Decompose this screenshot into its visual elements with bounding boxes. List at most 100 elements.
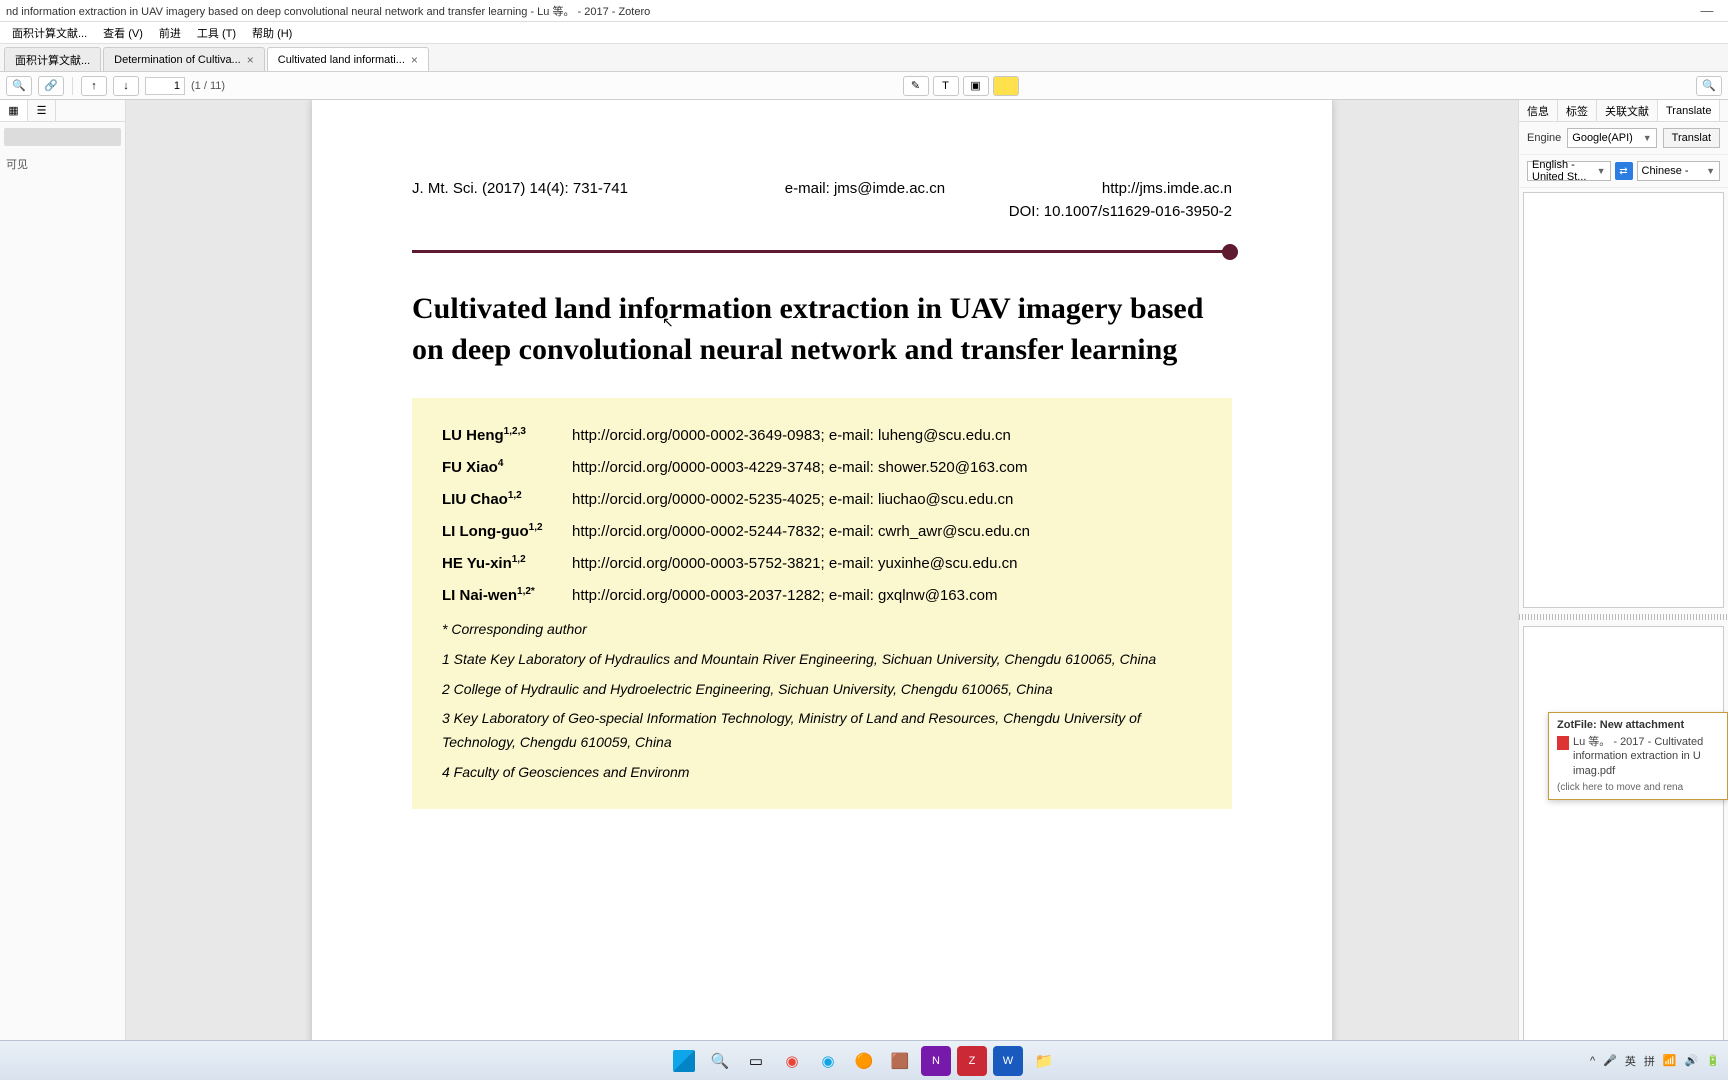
zotfile-notification[interactable]: ZotFile: New attachment Lu 等。 - 2017 - C… (1548, 712, 1728, 800)
menu-view[interactable]: 查看 (V) (95, 25, 151, 41)
menu-help[interactable]: 帮助 (H) (244, 25, 300, 41)
target-language-value: Chinese - (1642, 165, 1689, 177)
journal-citation: J. Mt. Sci. (2017) 14(4): 731-741 (412, 180, 628, 197)
pdf-page: ↖ J. Mt. Sci. (2017) 14(4): 731-741 e-ma… (312, 100, 1332, 1080)
authors-box: LU Heng1,2,3http://orcid.org/0000-0002-3… (412, 398, 1232, 809)
chevron-down-icon: ▼ (1597, 166, 1606, 176)
main-area: ▦ ☰ 可见 ↖ J. Mt. Sci. (2017) 14(4): 731-7… (0, 100, 1728, 1080)
author-line: LI Long-guo1,2http://orcid.org/0000-0002… (442, 522, 1202, 540)
zoom-icon[interactable]: 🔍 (6, 76, 32, 96)
edge-icon[interactable]: ◉ (813, 1046, 843, 1076)
zotfile-filename: Lu 等。 - 2017 - Cultivated information ex… (1573, 735, 1719, 778)
ime-lang2[interactable]: 拼 (1644, 1053, 1655, 1069)
start-button[interactable] (669, 1046, 699, 1076)
chevron-down-icon: ▼ (1643, 133, 1652, 143)
menu-item[interactable]: 面积计算文献... (4, 25, 95, 41)
pdf-toolbar: 🔍 🔗 ↑ ↓ (1 / 11) ✎ T ▣ 🔍 (0, 72, 1728, 100)
paper-title: Cultivated land information extraction i… (412, 289, 1232, 370)
tray-chevron-icon[interactable]: ^ (1590, 1055, 1595, 1067)
author-line: FU Xiao4http://orcid.org/0000-0003-4229-… (442, 458, 1202, 476)
tab-info[interactable]: 信息 (1519, 100, 1558, 121)
corresponding-note: * Corresponding author (442, 618, 1202, 642)
engine-label: Engine (1527, 132, 1561, 144)
find-button[interactable]: 🔍 (1696, 76, 1722, 96)
right-panel: 信息 标签 关联文献 Translate Engine Google(API) … (1518, 100, 1728, 1080)
close-icon[interactable]: × (247, 53, 254, 67)
visibility-label: 可见 (4, 152, 121, 176)
app-icon[interactable]: 🟠 (849, 1046, 879, 1076)
window-titlebar: nd information extraction in UAV imagery… (0, 0, 1728, 22)
affiliation-line: 1 State Key Laboratory of Hydraulics and… (442, 648, 1202, 672)
volume-icon[interactable]: 🔊 (1685, 1054, 1699, 1067)
doi-label: DOI: 10.1007/s11629-016-3950-2 (412, 203, 1232, 220)
annotation-item[interactable] (4, 128, 121, 146)
window-minimize[interactable]: — (1692, 3, 1722, 18)
translation-result-text[interactable] (1523, 626, 1724, 1042)
annotate-area-icon[interactable]: ▣ (963, 76, 989, 96)
engine-value: Google(API) (1572, 132, 1633, 144)
author-line: LU Heng1,2,3http://orcid.org/0000-0002-3… (442, 426, 1202, 444)
network-icon[interactable]: 📶 (1663, 1054, 1677, 1067)
affiliation-line: 4 Faculty of Geosciences and Environm (442, 761, 1202, 785)
tab-label: 面积计算文献... (15, 52, 90, 68)
system-tray[interactable]: ^ 🎤 英 拼 📶 🔊 🔋 (1590, 1053, 1720, 1069)
tab-doc-2-active[interactable]: Cultivated land informati... × (267, 47, 429, 71)
engine-select[interactable]: Google(API) ▼ (1567, 128, 1656, 148)
header-rule (412, 250, 1232, 253)
annotate-pencil-icon[interactable]: ✎ (903, 76, 929, 96)
tab-doc-1[interactable]: Determination of Cultiva... × (103, 47, 265, 71)
target-language-select[interactable]: Chinese - ▼ (1637, 161, 1721, 181)
page-number-input[interactable] (145, 77, 185, 95)
page-count-label: (1 / 11) (191, 80, 225, 92)
annotation-color-picker[interactable] (993, 76, 1019, 96)
tab-translate[interactable]: Translate (1658, 100, 1720, 121)
translation-source-text[interactable] (1523, 192, 1724, 608)
close-icon[interactable]: × (411, 53, 418, 67)
affiliation-line: 3 Key Laboratory of Geo-special Informat… (442, 707, 1202, 755)
app-icon[interactable]: 🟫 (885, 1046, 915, 1076)
search-icon[interactable]: 🔍 (705, 1046, 735, 1076)
tab-related[interactable]: 关联文献 (1597, 100, 1658, 121)
source-language-value: English - United St... (1532, 159, 1597, 183)
tab-library[interactable]: 面积计算文献... (4, 47, 101, 71)
source-language-select[interactable]: English - United St... ▼ (1527, 161, 1611, 181)
splitter-handle[interactable] (1519, 614, 1728, 620)
left-sidebar: ▦ ☰ 可见 (0, 100, 126, 1080)
separator (72, 77, 73, 95)
swap-languages-button[interactable]: ⇄ (1615, 162, 1633, 180)
journal-email: e-mail: jms@imde.ac.cn (785, 180, 945, 197)
mic-icon[interactable]: 🎤 (1603, 1054, 1617, 1067)
task-view-icon[interactable]: ▭ (741, 1046, 771, 1076)
tab-label: Determination of Cultiva... (114, 54, 241, 66)
zotero-icon[interactable]: Z (957, 1046, 987, 1076)
menu-bar: 面积计算文献... 查看 (V) 前进 工具 (T) 帮助 (H) (0, 22, 1728, 44)
zotfile-hint: (click here to move and rena (1557, 782, 1719, 793)
window-title: nd information extraction in UAV imagery… (6, 3, 1692, 19)
page-up-button[interactable]: ↑ (81, 76, 107, 96)
outline-tab[interactable]: ☰ (28, 100, 56, 121)
onenote-icon[interactable]: N (921, 1046, 951, 1076)
battery-icon[interactable]: 🔋 (1706, 1054, 1720, 1067)
link-icon[interactable]: 🔗 (38, 76, 64, 96)
ime-lang1[interactable]: 英 (1625, 1053, 1636, 1069)
windows-taskbar: 🔍 ▭ ◉ ◉ 🟠 🟫 N Z W 📁 ^ 🎤 英 拼 📶 🔊 🔋 (0, 1040, 1728, 1080)
page-down-button[interactable]: ↓ (113, 76, 139, 96)
annotate-text-icon[interactable]: T (933, 76, 959, 96)
thumbnails-tab[interactable]: ▦ (0, 100, 28, 121)
author-line: HE Yu-xin1,2http://orcid.org/0000-0003-5… (442, 554, 1202, 572)
word-icon[interactable]: W (993, 1046, 1023, 1076)
tab-bar: 面积计算文献... Determination of Cultiva... × … (0, 44, 1728, 72)
explorer-icon[interactable]: 📁 (1029, 1046, 1059, 1076)
translate-button[interactable]: Translat (1663, 128, 1720, 148)
author-line: LIU Chao1,2http://orcid.org/0000-0002-52… (442, 490, 1202, 508)
journal-url: http://jms.imde.ac.n (1102, 180, 1232, 197)
pdf-viewport[interactable]: ↖ J. Mt. Sci. (2017) 14(4): 731-741 e-ma… (126, 100, 1518, 1080)
zotfile-title: ZotFile: New attachment (1557, 719, 1719, 731)
menu-forward[interactable]: 前进 (151, 25, 189, 41)
menu-tools[interactable]: 工具 (T) (189, 25, 244, 41)
pdf-icon (1557, 736, 1569, 750)
tab-label: Cultivated land informati... (278, 54, 405, 66)
tab-tags[interactable]: 标签 (1558, 100, 1597, 121)
chrome-icon[interactable]: ◉ (777, 1046, 807, 1076)
author-line: LI Nai-wen1,2*http://orcid.org/0000-0003… (442, 586, 1202, 604)
